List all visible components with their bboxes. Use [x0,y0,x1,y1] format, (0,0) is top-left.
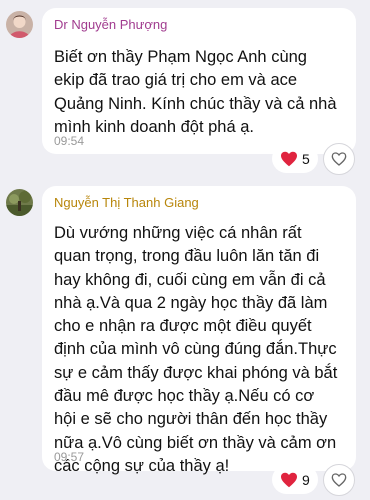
like-button[interactable] [323,464,355,496]
like-button[interactable] [323,143,355,175]
heart-icon [281,472,297,487]
avatar-photo [6,189,33,216]
reaction-pill[interactable]: 9 [272,465,318,494]
message-bubble[interactable]: Dr Nguyễn Phượng Biết ơn thầy Phạm Ngọc … [42,8,356,154]
message-bubble[interactable]: Nguyễn Thị Thanh Giang Dù vướng những vi… [42,186,356,475]
avatar[interactable] [6,189,33,216]
sender-name[interactable]: Nguyễn Thị Thanh Giang [54,195,199,211]
message-timestamp: 09:54 [54,134,85,148]
message-timestamp: 09:57 [54,450,85,464]
heart-outline-icon [331,152,347,166]
message-text: Biết ơn thầy Phạm Ngọc Anh cùng ekip đã … [54,48,337,136]
sender-name[interactable]: Dr Nguyễn Phượng [54,17,167,33]
avatar-photo [6,11,33,38]
avatar[interactable] [6,11,33,38]
reaction-count: 5 [302,150,310,167]
message-text: Dù vướng những việc cá nhân rất quan trọ… [54,224,338,475]
heart-icon [281,151,297,166]
reaction-pill[interactable]: 5 [272,144,318,173]
reaction-count: 9 [302,471,310,488]
heart-outline-icon [331,473,347,487]
